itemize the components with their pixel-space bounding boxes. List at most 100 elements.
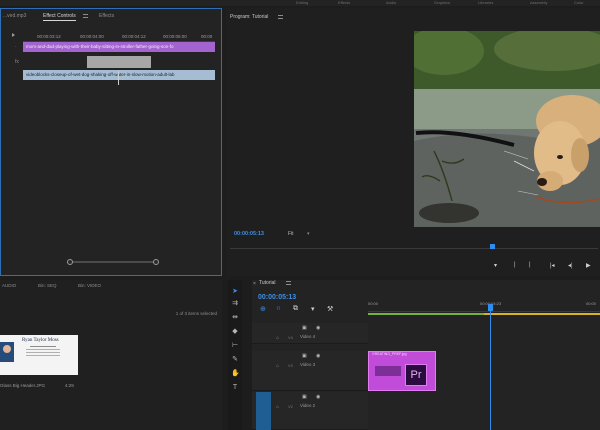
tab-bin-video[interactable]: Bin: VIDEO <box>78 283 101 288</box>
workspace-tab[interactable]: Color <box>574 0 584 5</box>
track-id: V2 <box>288 404 293 409</box>
timeline-menu-icon[interactable] <box>286 281 291 285</box>
close-icon[interactable]: × <box>253 281 256 287</box>
ripple-edit-tool-icon[interactable]: ⇹ <box>231 314 239 322</box>
linked-selection-icon[interactable]: ⧉ <box>293 305 298 313</box>
eye-icon[interactable]: ◉ <box>316 394 320 400</box>
zoom-handle-left[interactable] <box>67 259 73 265</box>
mark-out-icon[interactable]: | <box>529 262 531 268</box>
zoom-scrollbar[interactable] <box>67 261 159 263</box>
tab-effects[interactable]: Effects <box>99 13 114 19</box>
program-playhead[interactable] <box>490 244 495 249</box>
clip-name: GREATING_PREF.jpg <box>372 352 407 356</box>
premiere-pro-logo: Pr <box>405 364 427 386</box>
tab-audio-file[interactable]: ...ved.mp3 <box>3 13 26 19</box>
workspace-tab[interactable]: Audio <box>386 0 396 5</box>
ruler-timecode: 00:00:05:00 <box>163 34 187 39</box>
workspace-tab[interactable]: Effects <box>338 0 350 5</box>
workspace-bar: Editing Effects Audio Graphics Libraries… <box>0 0 600 6</box>
lock-icon[interactable]: ⌂ <box>276 335 279 341</box>
sync-lock-icon[interactable]: ▣ <box>302 353 307 359</box>
program-monitor: Program: Tutorial 00:00:05:13 Fit ▾ ▾ | … <box>226 8 600 276</box>
razor-tool-icon[interactable]: ◆ <box>231 328 239 336</box>
workspace-tab[interactable]: Libraries <box>478 0 493 5</box>
project-item-duration: 4:29 <box>65 383 74 388</box>
lock-icon[interactable]: ⌂ <box>276 363 279 369</box>
eye-icon[interactable]: ◉ <box>316 325 320 331</box>
clip-bar-selection[interactable] <box>87 56 151 68</box>
ruler-timecode: 00:00 <box>201 34 213 39</box>
fit-value: Fit <box>288 231 294 237</box>
zoom-handle-right[interactable] <box>153 259 159 265</box>
clip-bar-mom-and-dad[interactable]: mom-and-dad-playing-with-their-baby-sitt… <box>23 42 215 52</box>
panel-menu-icon[interactable] <box>83 14 88 18</box>
snap-icon[interactable]: ∩ <box>276 305 281 312</box>
sync-lock-icon[interactable]: ▣ <box>302 325 307 331</box>
slip-tool-icon[interactable]: ⊢ <box>231 342 239 350</box>
type-tool-icon[interactable]: T <box>231 384 239 392</box>
mark-in-icon[interactable]: | <box>514 262 516 268</box>
project-item-thumbnail[interactable]: Ryan Taylor Moss <box>0 335 78 375</box>
timeline-playhead-line[interactable] <box>490 304 491 430</box>
pen-tool-icon[interactable]: ✎ <box>231 356 239 364</box>
thumb-line <box>26 355 60 356</box>
track-id: V3 <box>288 363 293 368</box>
program-time-ruler[interactable] <box>230 248 598 249</box>
eye-icon[interactable]: ◉ <box>316 353 320 359</box>
track-header-v3[interactable]: ▣ ◉ ⌂ V3 Video 3 <box>252 351 368 391</box>
ruler-timecode: 00:00 <box>586 301 597 306</box>
tab-effect-controls[interactable]: Effect Controls <box>43 13 76 21</box>
wrench-icon[interactable]: ⚒ <box>327 305 333 313</box>
lock-icon[interactable]: ⌂ <box>276 404 279 410</box>
step-back-icon[interactable]: ◂| <box>568 262 573 269</box>
go-to-in-icon[interactable]: |◂ <box>550 262 555 269</box>
ruler-timecode: 00:00:03:12 <box>37 34 61 39</box>
track-name: Video 4 <box>300 334 316 339</box>
ruler-timecode: 00:00:04:12 <box>122 34 146 39</box>
timeline-playhead[interactable] <box>488 304 493 311</box>
program-timecode[interactable]: 00:00:05:13 <box>234 231 264 237</box>
play-only-icon[interactable] <box>12 33 15 37</box>
effect-playhead[interactable] <box>118 71 119 85</box>
ruler-timecode: 00:00 <box>368 301 379 306</box>
timeline-clip[interactable]: GREATING_PREF.jpg Pr <box>368 351 436 391</box>
timeline-panel: × Tutorial 00:00:05:13 ⊕ ∩ ⧉ ▾ ⚒ 00:00 0… <box>252 280 600 430</box>
workspace-tab[interactable]: Assembly <box>530 0 547 5</box>
work-area-bar[interactable] <box>368 313 484 315</box>
work-area-bar-end[interactable] <box>484 313 600 315</box>
fx-label: fx <box>15 59 19 65</box>
effect-controls-panel: ...ved.mp3 Effect Controls Effects 00:00… <box>0 8 222 276</box>
tab-bin-seq[interactable]: Bin: SEQ <box>38 283 57 288</box>
selection-tool-icon[interactable]: ➤ <box>231 288 239 296</box>
clip-bar-wet-dog[interactable]: videoblocks-closeup-of-wet-dog-shaking-o… <box>23 70 215 80</box>
items-selected-status: 1 of 3 items selected <box>175 311 217 316</box>
fit-dropdown[interactable]: Fit ▾ <box>288 231 309 237</box>
timeline-ruler[interactable]: 00:00 00:00:04:23 00:00 <box>368 297 600 312</box>
panel-tabs: ...ved.mp3 Effect Controls Effects <box>1 9 221 23</box>
face-shape <box>3 345 11 353</box>
workspace-tab[interactable]: Editing <box>296 0 308 5</box>
add-marker-icon[interactable]: ▾ <box>311 305 315 313</box>
dog-shaking-water-image <box>414 31 600 227</box>
tools-panel: ➤ ⇉ ⇹ ◆ ⊢ ✎ ✋ T <box>228 280 242 430</box>
source-patch-v1[interactable] <box>256 392 271 430</box>
track-select-tool-icon[interactable]: ⇉ <box>231 300 239 308</box>
workspace-tab[interactable]: Graphics <box>434 0 450 5</box>
project-panel: AUDIO Bin: SEQ Bin: VIDEO 1 of 3 items s… <box>0 280 222 430</box>
nest-toggle-icon[interactable]: ⊕ <box>260 305 266 313</box>
program-title[interactable]: Program: Tutorial <box>230 14 268 20</box>
track-header-v4[interactable]: ▣ ◉ ⌂ V4 Video 4 <box>252 323 368 344</box>
clip-frame <box>375 366 401 376</box>
timeline-timecode[interactable]: 00:00:05:13 <box>258 294 296 301</box>
program-menu-icon[interactable] <box>278 15 283 19</box>
play-icon[interactable]: ▶ <box>586 262 591 269</box>
project-item-name[interactable]: Glass Big Header.JPG <box>0 383 45 388</box>
hand-tool-icon[interactable]: ✋ <box>231 370 240 378</box>
sequence-tab-title[interactable]: Tutorial <box>259 280 276 286</box>
marker-icon[interactable]: ▾ <box>494 262 497 269</box>
program-video-frame <box>414 31 600 227</box>
thumb-title: Ryan Taylor Moss <box>22 338 59 343</box>
tab-audio-bin[interactable]: AUDIO <box>2 283 16 288</box>
thumb-line <box>30 346 56 347</box>
sync-lock-icon[interactable]: ▣ <box>302 394 307 400</box>
